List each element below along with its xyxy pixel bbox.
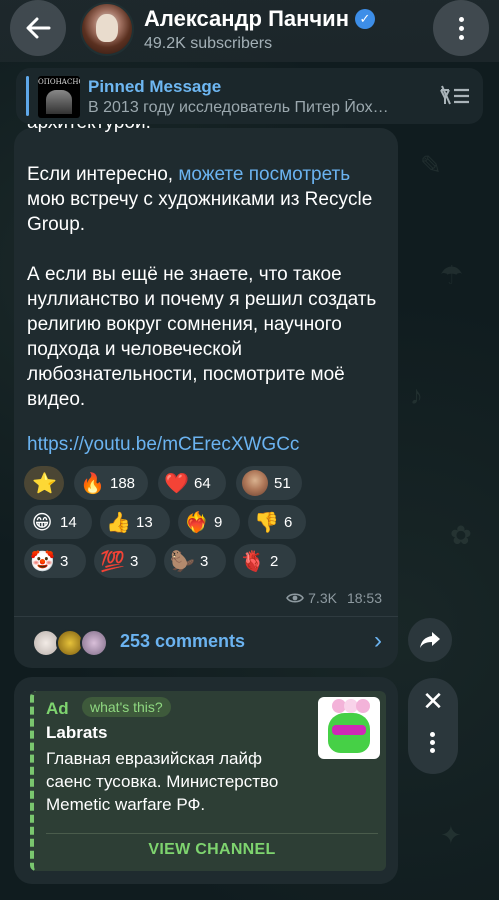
doodle-icon: ✎ bbox=[420, 150, 442, 180]
message-paragraph: А если вы ещё не знаете, что такое нулли… bbox=[27, 264, 377, 410]
reaction-fire[interactable]: 🔥 188 bbox=[74, 466, 148, 500]
pinned-thumbnail-title: ОПОНАСНО bbox=[38, 78, 80, 86]
thumbs-down-icon: 👎 bbox=[254, 511, 279, 534]
channel-avatar[interactable] bbox=[80, 2, 134, 56]
fire-icon: 🔥 bbox=[80, 472, 105, 495]
whats-this-button[interactable]: what's this? bbox=[82, 697, 171, 717]
reaction-thumbs-down[interactable]: 👎 6 bbox=[248, 505, 306, 539]
reaction-count: 6 bbox=[284, 513, 293, 531]
reaction-clown[interactable]: 🤡 3 bbox=[24, 544, 86, 578]
pinned-preview-text: В 2013 году исследователь Питер Йох… bbox=[88, 99, 389, 116]
ad-title: Labrats bbox=[46, 723, 108, 742]
reaction-count: 3 bbox=[60, 552, 69, 570]
doodle-icon: ✿ bbox=[450, 520, 472, 550]
message-bubble: архитектурой. Если интересно, можете пос… bbox=[14, 124, 398, 668]
pinned-indicator bbox=[26, 76, 29, 116]
doodle-icon: ♪ bbox=[410, 380, 423, 410]
ad-image bbox=[318, 697, 380, 759]
anatomical-heart-icon: 🫀 bbox=[240, 550, 265, 573]
verified-badge-icon: ✓ bbox=[355, 9, 375, 29]
custom-reaction-avatar-icon bbox=[242, 470, 268, 496]
unpin-list-icon[interactable] bbox=[439, 84, 471, 108]
reaction-count: 188 bbox=[110, 474, 136, 492]
ad-label: Ad bbox=[46, 699, 69, 718]
reaction-count: 3 bbox=[130, 552, 139, 570]
beaver-icon: 🦫 bbox=[170, 550, 195, 573]
doodle-icon: ✦ bbox=[440, 820, 462, 850]
share-forward-icon bbox=[420, 632, 440, 648]
reaction-count: 14 bbox=[60, 513, 77, 531]
ad-card[interactable]: Ad what's this? Labrats Главная евразийс… bbox=[30, 691, 386, 871]
chevron-right-icon: › bbox=[374, 627, 382, 654]
hundred-icon: 💯 bbox=[100, 550, 125, 573]
commenter-avatar bbox=[80, 629, 108, 657]
comments-count-label: 253 comments bbox=[120, 631, 246, 651]
more-vertical-icon[interactable] bbox=[430, 732, 435, 753]
eye-icon bbox=[286, 593, 305, 603]
ad-separator bbox=[46, 833, 378, 834]
reaction-count: 13 bbox=[136, 513, 153, 531]
close-icon[interactable]: ✕ bbox=[408, 686, 458, 717]
reaction-count: 51 bbox=[274, 474, 291, 492]
message-meta: 7.3K 18:53 bbox=[286, 590, 382, 606]
heart-icon: ❤️ bbox=[164, 472, 189, 495]
doodle-icon: ☂ bbox=[440, 260, 464, 290]
reaction-hundred[interactable]: 💯 3 bbox=[94, 544, 156, 578]
reaction-count: 3 bbox=[200, 552, 209, 570]
channel-title: Александр Панчин bbox=[144, 6, 349, 31]
heart-on-fire-icon: ❤️‍🔥 bbox=[184, 511, 209, 534]
back-button[interactable] bbox=[10, 0, 66, 56]
chat-header: Александр Панчин ✓ 49.2K subscribers bbox=[0, 0, 499, 62]
reaction-count: 64 bbox=[194, 474, 211, 492]
ad-actions: ✕ bbox=[408, 678, 458, 774]
subscriber-count: 49.2K subscribers bbox=[144, 35, 273, 52]
clown-icon: 🤡 bbox=[30, 550, 55, 573]
more-menu-button[interactable] bbox=[433, 0, 489, 56]
pinned-thumbnail: ОПОНАСНО bbox=[38, 76, 80, 118]
reaction-heart-on-fire[interactable]: ❤️‍🔥 9 bbox=[178, 505, 240, 539]
message-cut-line: архитектурой. bbox=[27, 124, 151, 136]
thumbs-up-icon: 👍 bbox=[106, 511, 131, 534]
star-icon: ⭐ bbox=[32, 472, 57, 495]
reaction-count: 9 bbox=[214, 513, 223, 531]
views-group: 7.3K bbox=[286, 590, 337, 606]
reaction-anatomical-heart[interactable]: 🫀 2 bbox=[234, 544, 296, 578]
reaction-star[interactable]: ⭐ bbox=[24, 466, 64, 500]
watch-link[interactable]: можете посмотреть bbox=[178, 164, 350, 185]
reaction-count: 2 bbox=[270, 552, 279, 570]
sponsored-message: Ad what's this? Labrats Главная евразийс… bbox=[14, 677, 398, 884]
message-time: 18:53 bbox=[346, 590, 382, 606]
more-vertical-icon bbox=[458, 16, 464, 22]
share-button[interactable] bbox=[408, 618, 452, 662]
arrow-left-icon bbox=[26, 17, 51, 39]
grin-icon: 😁 bbox=[31, 511, 53, 534]
channel-info[interactable]: Александр Панчин ✓ 49.2K subscribers bbox=[144, 6, 375, 53]
reaction-heart[interactable]: ❤️ 64 bbox=[158, 466, 226, 500]
youtube-link[interactable]: https://youtu.be/mCErecXWGCc bbox=[27, 432, 299, 457]
pinned-label: Pinned Message bbox=[88, 77, 222, 96]
view-channel-button[interactable]: VIEW CHANNEL bbox=[34, 841, 390, 859]
message-paragraph: Если интересно, можете посмотреть мою вс… bbox=[27, 164, 373, 235]
reaction-custom-avatar[interactable]: 51 bbox=[236, 466, 302, 500]
comments-button[interactable]: 253 comments › bbox=[14, 617, 398, 668]
reaction-thumbs-up[interactable]: 👍 13 bbox=[100, 505, 170, 539]
view-count: 7.3K bbox=[308, 590, 337, 606]
ad-text: Главная евразийская лайф саенс тусовка. … bbox=[46, 749, 279, 814]
reaction-grin[interactable]: 😁 14 bbox=[24, 505, 92, 539]
reaction-beaver[interactable]: 🦫 3 bbox=[164, 544, 226, 578]
pinned-message-bar[interactable]: ОПОНАСНО Pinned Message В 2013 году иссл… bbox=[16, 68, 483, 124]
